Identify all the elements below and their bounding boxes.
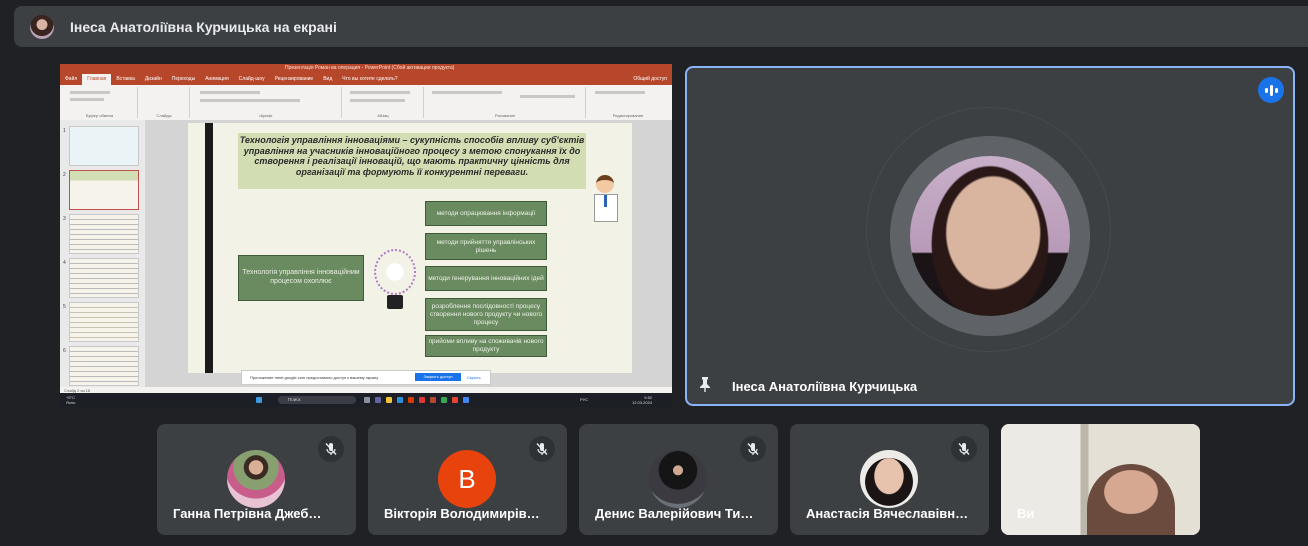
mic-off-icon: [951, 436, 977, 462]
method-box: методи опрацювання інформації: [425, 201, 547, 226]
presenter-banner: Інеса Анатоліївна Курчицька на екрані: [14, 6, 1308, 47]
shared-screen: Презентація Роман ва операция - PowerPoi…: [60, 64, 672, 407]
app-icon: [463, 397, 469, 403]
ppt-ribbon: Буфер обмена Слайды Шрифт Абзац Рисовани…: [60, 85, 672, 121]
ppt-window-title: Презентація Роман ва операция - PowerPoi…: [285, 65, 455, 71]
ppt-tab: Вставка: [116, 76, 135, 82]
slide-thumbnails: 1 2 3 4 5 6: [60, 120, 145, 387]
ppt-tab: Что вы хотите сделать?: [342, 76, 398, 82]
office-icon: [408, 397, 414, 403]
slide-thumbnail: [69, 346, 139, 386]
ppt-tab: Переходы: [171, 76, 196, 82]
ppt-tab: Слайд-шоу: [238, 76, 265, 82]
taskbar-search: Поиск: [278, 396, 356, 404]
audio-levels-icon: [1258, 77, 1284, 103]
slide-thumbnail: [69, 214, 139, 254]
self-view-tile[interactable]: Ви: [1001, 424, 1200, 535]
chrome-icon: [441, 397, 447, 403]
ppt-tab: Дизайн: [144, 76, 162, 82]
ppt-tab: Рецензирование: [274, 76, 314, 82]
ppt-title-bar: Презентація Роман ва операция - PowerPoi…: [60, 64, 672, 74]
taskbar-clock: 9:52 12.03.2024: [632, 395, 653, 405]
method-box: методи генерування інноваційних ідей: [425, 266, 547, 291]
hide-notification-button[interactable]: Скрыть: [467, 375, 481, 380]
lightbulb-base-icon: [387, 295, 403, 309]
slide-accent-bar: [205, 123, 213, 373]
participant-letter-avatar: В: [438, 450, 496, 508]
ppt-tab: Анимация: [205, 76, 229, 82]
speaker-name: Інеса Анатоліївна Курчицька: [732, 379, 918, 394]
stop-sharing-button[interactable]: Закрыть доступ: [415, 373, 461, 381]
participant-tile[interactable]: Денис Валерійович Ти…: [579, 424, 778, 535]
ppt-tab: Вид: [323, 76, 333, 82]
cartoon-man-icon: [590, 175, 620, 225]
slide-heading: Технологія управління інноваціями – суку…: [238, 133, 586, 189]
participant-avatar: [860, 450, 918, 508]
pin-icon[interactable]: [699, 376, 711, 392]
ribbon-group: Слайды: [139, 87, 190, 118]
task-view-icon: [364, 397, 370, 403]
windows-start-icon: [256, 397, 262, 403]
current-slide: Технологія управління інноваціями – суку…: [188, 123, 632, 373]
opera-icon: [419, 397, 425, 403]
participant-name: Ганна Петрівна Джеб…: [173, 506, 322, 521]
ppt-tab: Файл: [65, 76, 78, 82]
presenter-banner-label: Інеса Анатоліївна Курчицька на екрані: [70, 18, 337, 35]
speaker-avatar: [910, 156, 1070, 316]
method-box: розроблення послідовності процесу створе…: [425, 298, 547, 331]
method-box: методи прийняття управлінських рішень: [425, 233, 547, 260]
app-icon: [452, 397, 458, 403]
participant-name: Анастасія Вячеславівн…: [806, 506, 969, 521]
participant-name: Денис Валерійович Ти…: [595, 506, 754, 521]
folder-icon: [386, 397, 392, 403]
ppt-tab: Общий доступ: [633, 76, 667, 82]
participant-avatar: [649, 450, 707, 508]
teams-icon: [375, 397, 381, 403]
participant-tile[interactable]: Анастасія Вячеславівн…: [790, 424, 989, 535]
slide-thumbnail: [69, 258, 139, 298]
language-indicator: РУС: [580, 397, 589, 402]
mic-off-icon: [529, 436, 555, 462]
ppt-ribbon-tabs: Файл Главная Вставка Дизайн Переходы Ани…: [60, 74, 672, 85]
lightbulb-icon: [374, 249, 416, 295]
edge-icon: [397, 397, 403, 403]
mic-off-icon: [740, 436, 766, 462]
slide-left-box: Технологія управління інноваційним проце…: [238, 255, 364, 301]
mic-off-icon: [318, 436, 344, 462]
slide-thumbnail-selected: [69, 170, 139, 210]
participant-tile[interactable]: В Вікторія Володимирів…: [368, 424, 567, 535]
active-speaker-tile[interactable]: Інеса Анатоліївна Курчицька: [685, 66, 1295, 406]
slide-canvas: Технологія управління інноваціями – суку…: [145, 120, 672, 387]
method-box: прийоми впливу на споживачів нового прод…: [425, 335, 547, 357]
slide-thumbnail: [69, 302, 139, 342]
ppt-tab: Главная: [82, 74, 112, 85]
slide-thumbnail: [69, 126, 139, 166]
screen-share-notification: Приложение meet.google.com предоставило …: [241, 370, 491, 385]
participant-name: Ви: [1017, 506, 1035, 521]
participant-tile[interactable]: Ганна Петрівна Джеб…: [157, 424, 356, 535]
participant-avatar: [227, 450, 285, 508]
participant-name: Вікторія Володимирів…: [384, 506, 540, 521]
powerpoint-icon: [430, 397, 436, 403]
windows-taskbar: +5°C Ясно Поиск РУС 9:52 12.03.2024: [60, 393, 672, 407]
weather-widget: +5°C Ясно: [66, 395, 76, 405]
presenter-avatar: [30, 14, 54, 39]
